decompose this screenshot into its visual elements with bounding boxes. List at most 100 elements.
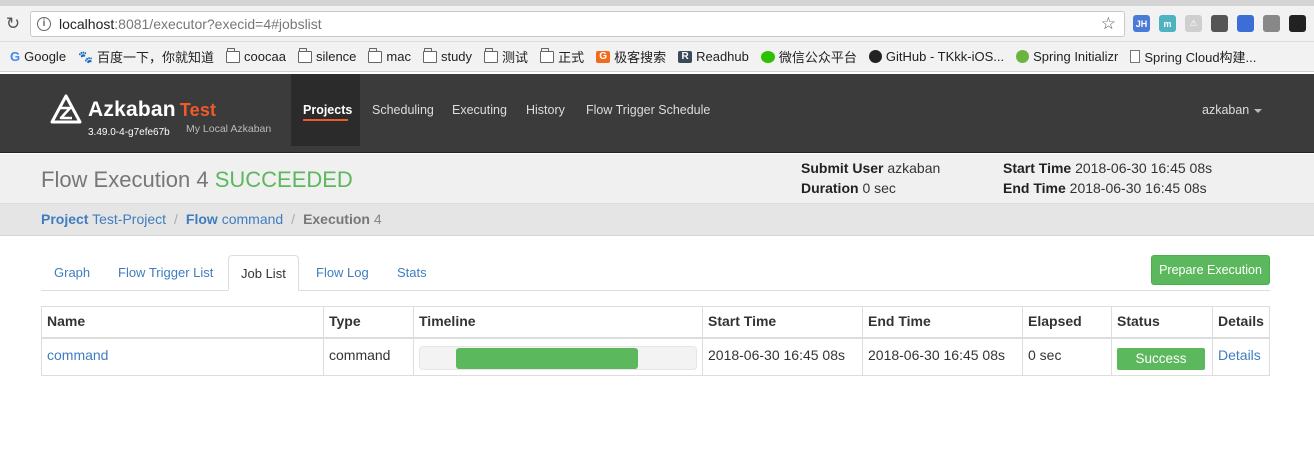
status-badge: Success [1117,347,1205,370]
execution-id: 4 [196,167,209,192]
table-header-row: Name Type Timeline Start Time End Time E… [41,306,1270,339]
submit-user-info: Submit User azkaban [801,160,940,176]
bookmark-item[interactable]: 🐾 百度一下，你就知道 [78,47,214,66]
url-field[interactable]: i localhost:8081/executor?execid=4#jobsl… [30,10,1125,37]
breadcrumb-separator: / [291,211,296,227]
folder-icon [297,47,312,63]
job-elapsed: 0 sec [1022,337,1112,376]
tab-flow-trigger-list[interactable]: Flow Trigger List [118,255,213,291]
end-time-value: 2018-06-30 16:45 08s [1069,180,1207,196]
duration-value: 0 sec [862,180,896,196]
breadcrumb-project[interactable]: Project Test-Project [41,211,166,227]
extension-icon[interactable]: JH [1133,15,1150,32]
bookmark-label: silence [315,49,357,64]
azkaban-logo-icon [50,94,82,124]
user-menu[interactable]: azkaban [1202,103,1263,117]
job-name-link[interactable]: command [47,347,108,363]
column-header-name[interactable]: Name [41,306,324,339]
wechat-icon [760,50,775,63]
breadcrumb-project-name: Test-Project [92,211,167,227]
brand-text: Azkaban [88,98,176,121]
column-header-type[interactable]: Type [323,306,414,339]
nav-executing[interactable]: Executing [452,103,507,117]
page-icon [1130,50,1141,63]
nav-flow-trigger-schedule[interactable]: Flow Trigger Schedule [586,103,710,117]
extension-icon[interactable] [1289,15,1306,32]
job-details-cell: Details [1212,337,1270,376]
github-icon [868,50,882,63]
breadcrumb-flow[interactable]: Flow command [186,211,283,227]
bookmark-star-icon[interactable]: ☆ [1101,14,1116,34]
breadcrumb-flow-name: command [221,211,284,227]
tab-stats[interactable]: Stats [397,255,427,291]
bookmark-item[interactable]: G 极客搜索 [596,47,666,66]
timeline-track [419,345,697,370]
duration-info: Duration 0 sec [801,180,896,196]
nav-active-underline [303,119,348,121]
execution-header: Flow Execution 4 SUCCEEDED Submit User a… [0,154,1314,204]
spring-icon [1016,50,1030,63]
version-label: 3.49.0-4-g7efe67b [88,127,170,138]
breadcrumb-execution-id: 4 [373,211,382,227]
nav-history[interactable]: History [526,103,565,117]
job-start-time: 2018-06-30 16:45 08s [702,337,863,376]
baidu-icon: 🐾 [78,49,93,64]
bookmark-label: coocaa [244,49,286,64]
tab-job-list[interactable]: Job List [228,255,299,291]
url-host: localhost [59,15,115,32]
execution-tabs: Graph Flow Trigger List Job List Flow Lo… [41,255,1270,291]
tab-flow-log[interactable]: Flow Log [316,255,369,291]
start-time-label: Start Time [1003,160,1072,176]
breadcrumb-separator: / [174,211,178,227]
nav-projects[interactable]: Projects [303,103,352,117]
bookmark-item[interactable]: mac [368,47,411,64]
prepare-execution-button[interactable]: Prepare Execution [1151,255,1270,285]
bookmark-item[interactable]: silence [297,47,357,64]
start-time-value: 2018-06-30 16:45 08s [1075,160,1213,176]
folder-icon [422,47,437,63]
extension-icon[interactable] [1211,15,1228,32]
bookmark-item[interactable]: study [422,47,472,64]
end-time-label: End Time [1003,180,1066,196]
extension-icon[interactable] [1263,15,1280,32]
timeline-bar [456,347,638,369]
extension-icon[interactable]: m [1159,15,1176,32]
folder-icon [484,47,499,63]
duration-label: Duration [801,180,859,196]
column-header-start-time[interactable]: Start Time [702,306,863,339]
bookmark-item[interactable]: R Readhub [678,49,749,64]
site-info-icon[interactable]: i [37,16,51,31]
breadcrumb-execution: Execution 4 [303,211,382,227]
bookmark-item[interactable]: Spring Cloud构建... [1130,47,1256,66]
bookmark-item[interactable]: 测试 [484,47,528,66]
bookmark-item[interactable]: Spring Initializr [1016,49,1118,64]
breadcrumb-project-label: Project [41,211,89,227]
url-path: :8081/executor?execid=4#jobslist [114,15,322,32]
bookmark-item[interactable]: 微信公众平台 [760,47,857,66]
tab-graph[interactable]: Graph [54,255,90,291]
folder-icon [226,47,241,63]
column-header-status[interactable]: Status [1111,306,1213,339]
extension-icon[interactable] [1237,15,1254,32]
bookmark-item[interactable]: coocaa [226,47,286,64]
breadcrumb: Project Test-Project / Flow command / Execut… [0,204,1314,236]
nav-scheduling[interactable]: Scheduling [372,103,434,117]
bookmark-item[interactable]: G Google [10,49,66,64]
bookmark-item[interactable]: GitHub - TKkk-iOS... [868,49,1004,64]
bookmark-item[interactable]: 正式 [540,47,584,66]
brand-name: Azkaban Test [88,98,216,122]
end-time-info: End Time 2018-06-30 16:45 08s [1003,180,1207,196]
chevron-down-icon [1254,108,1263,113]
column-header-timeline[interactable]: Timeline [413,306,703,339]
column-header-details[interactable]: Details [1212,306,1270,339]
column-header-end-time[interactable]: End Time [862,306,1023,339]
submit-user-label: Submit User [801,160,884,176]
folder-icon [540,47,555,63]
extension-icon[interactable]: ⚠ [1185,15,1202,32]
title-prefix: Flow Execution [41,167,191,192]
submit-user-value: azkaban [887,160,941,176]
column-header-elapsed[interactable]: Elapsed [1022,306,1112,339]
details-link[interactable]: Details [1218,347,1261,363]
bookmark-label: 极客搜索 [614,50,667,65]
reload-icon[interactable]: ↻ [2,14,24,34]
